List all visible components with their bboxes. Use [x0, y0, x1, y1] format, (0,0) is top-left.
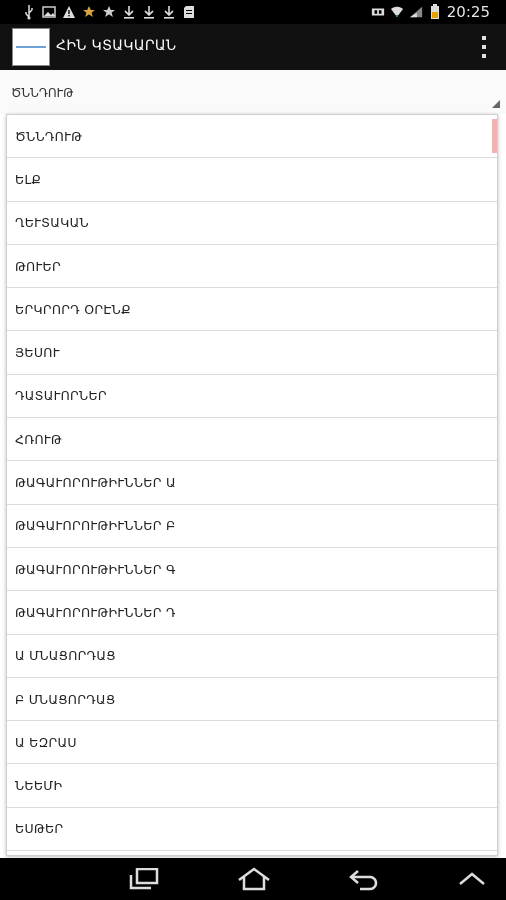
book-spinner[interactable]: ԾՆՆԴՈՒԹ [0, 70, 506, 114]
list-item-label: ԴԱՏԱՒՈՐՆԵՐ [15, 388, 107, 404]
home-icon[interactable] [234, 866, 274, 892]
list-item[interactable]: ՆԵԵՄԻ [7, 764, 497, 808]
list-item-label: ԵԼՔ [15, 171, 42, 187]
book-dropdown-list: ԾՆՆԴՈՒԹ ԵԼՔ ՂԵՒՏԱԿԱՆ ԹՈՒԵՐ ԵՐԿՐՈՐԴ ՕՐԷՆՔ… [6, 114, 498, 856]
navigation-bar [0, 858, 506, 900]
list-item-label: ԹԱԳԱՒՈՐՈՒԹԻՒՆՆԵՐ Դ [15, 604, 176, 620]
app-icon[interactable] [12, 28, 50, 66]
list-item[interactable]: Ա ԵԶՐԱՍ [7, 721, 497, 765]
list-item[interactable]: ԵՍԹԵՐ [7, 808, 497, 852]
system-icons: 20:25 [371, 2, 490, 22]
list-item-label: ԹԱԳԱՒՈՐՈՒԹԻՒՆՆԵՐ Գ [15, 561, 176, 577]
list-item[interactable]: Բ ՄՆԱՑՈՐԴԱՑ [7, 678, 497, 722]
download-icon [142, 4, 156, 20]
warning-icon [62, 4, 76, 20]
list-item-label: ԵՍԹԵՐ [15, 821, 64, 837]
list-item[interactable]: ԹԱԳԱՒՈՐՈՒԹԻՒՆՆԵՐ Դ [7, 591, 497, 635]
back-icon[interactable] [344, 866, 384, 892]
list-item[interactable]: ԵՐԿՐՈՐԴ ՕՐԷՆՔ [7, 288, 497, 332]
list-item[interactable]: ՂԵՒՏԱԿԱՆ [7, 202, 497, 245]
status-bar: 20:25 [0, 0, 506, 24]
spinner-selected-value: ԾՆՆԴՈՒԹ [11, 86, 74, 100]
list-item-label: ԹԱԳԱՒՈՐՈՒԹԻՒՆՆԵՐ Ա [15, 475, 176, 491]
list-item-label: Ա ՄՆԱՑՈՐԴԱՑ [15, 648, 116, 664]
usb-icon [22, 4, 36, 20]
list-item[interactable]: ՀՌՈՒԹ [7, 418, 497, 462]
image-icon [42, 4, 56, 20]
overflow-menu-icon[interactable] [480, 36, 488, 58]
list-item-label: ՂԵՒՏԱԿԱՆ [15, 215, 89, 231]
sim-icon [371, 4, 385, 20]
list-item[interactable]: ԴԱՏԱՒՈՐՆԵՐ [7, 375, 497, 419]
battery-icon [428, 4, 442, 20]
list-item[interactable]: ԹԱԳԱՒՈՐՈՒԹԻՒՆՆԵՐ Ա [7, 461, 497, 505]
list-item[interactable]: ԹԱԳԱՒՈՐՈՒԹԻՒՆՆԵՐ Բ [7, 505, 497, 548]
list-item-label: Ա ԵԶՐԱՍ [15, 734, 77, 750]
list-item-label: ԹԱԳԱՒՈՐՈՒԹԻՒՆՆԵՐ Բ [15, 518, 176, 534]
app-title: ՀԻՆ ԿՏԱԿԱՐԱՆ [56, 38, 177, 54]
list-item[interactable]: ԾՆՆԴՈՒԹ [7, 115, 497, 159]
list-item[interactable]: ԵԼՔ [7, 158, 497, 202]
notification-icons [22, 2, 196, 22]
list-item[interactable]: ԹՈՒԵՐ [7, 245, 497, 289]
list-item[interactable]: ՅԵՍՈՒ [7, 331, 497, 375]
collapse-icon[interactable] [452, 866, 492, 892]
action-bar: ՀԻՆ ԿՏԱԿԱՐԱՆ [0, 24, 506, 70]
star-icon [102, 4, 116, 20]
signal-icon [409, 4, 423, 20]
star-outline-icon [82, 4, 96, 20]
list-item[interactable]: ԹԱԳԱՒՈՐՈՒԹԻՒՆՆԵՐ Գ [7, 548, 497, 592]
recent-apps-icon[interactable] [124, 866, 164, 892]
download-icon [162, 4, 176, 20]
list-item-label: Բ ՄՆԱՑՈՐԴԱՑ [15, 691, 116, 707]
list-item-label: ՀՌՈՒԹ [15, 431, 62, 447]
clock: 20:25 [446, 3, 490, 21]
list-item[interactable]: Ա ՄՆԱՑՈՐԴԱՑ [7, 635, 497, 678]
list-item-label: ԾՆՆԴՈՒԹ [15, 128, 83, 144]
download-icon [122, 4, 136, 20]
list-item-label: ԵՐԿՐՈՐԴ ՕՐԷՆՔ [15, 301, 131, 317]
dropdown-arrow-icon [492, 100, 500, 108]
wifi-icon [390, 4, 404, 20]
sd-card-icon [182, 4, 196, 20]
list-item-label: ԹՈՒԵՐ [15, 258, 61, 274]
list-item-label: ՅԵՍՈՒ [15, 345, 60, 361]
list-item-label: ՆԵԵՄԻ [15, 778, 63, 794]
